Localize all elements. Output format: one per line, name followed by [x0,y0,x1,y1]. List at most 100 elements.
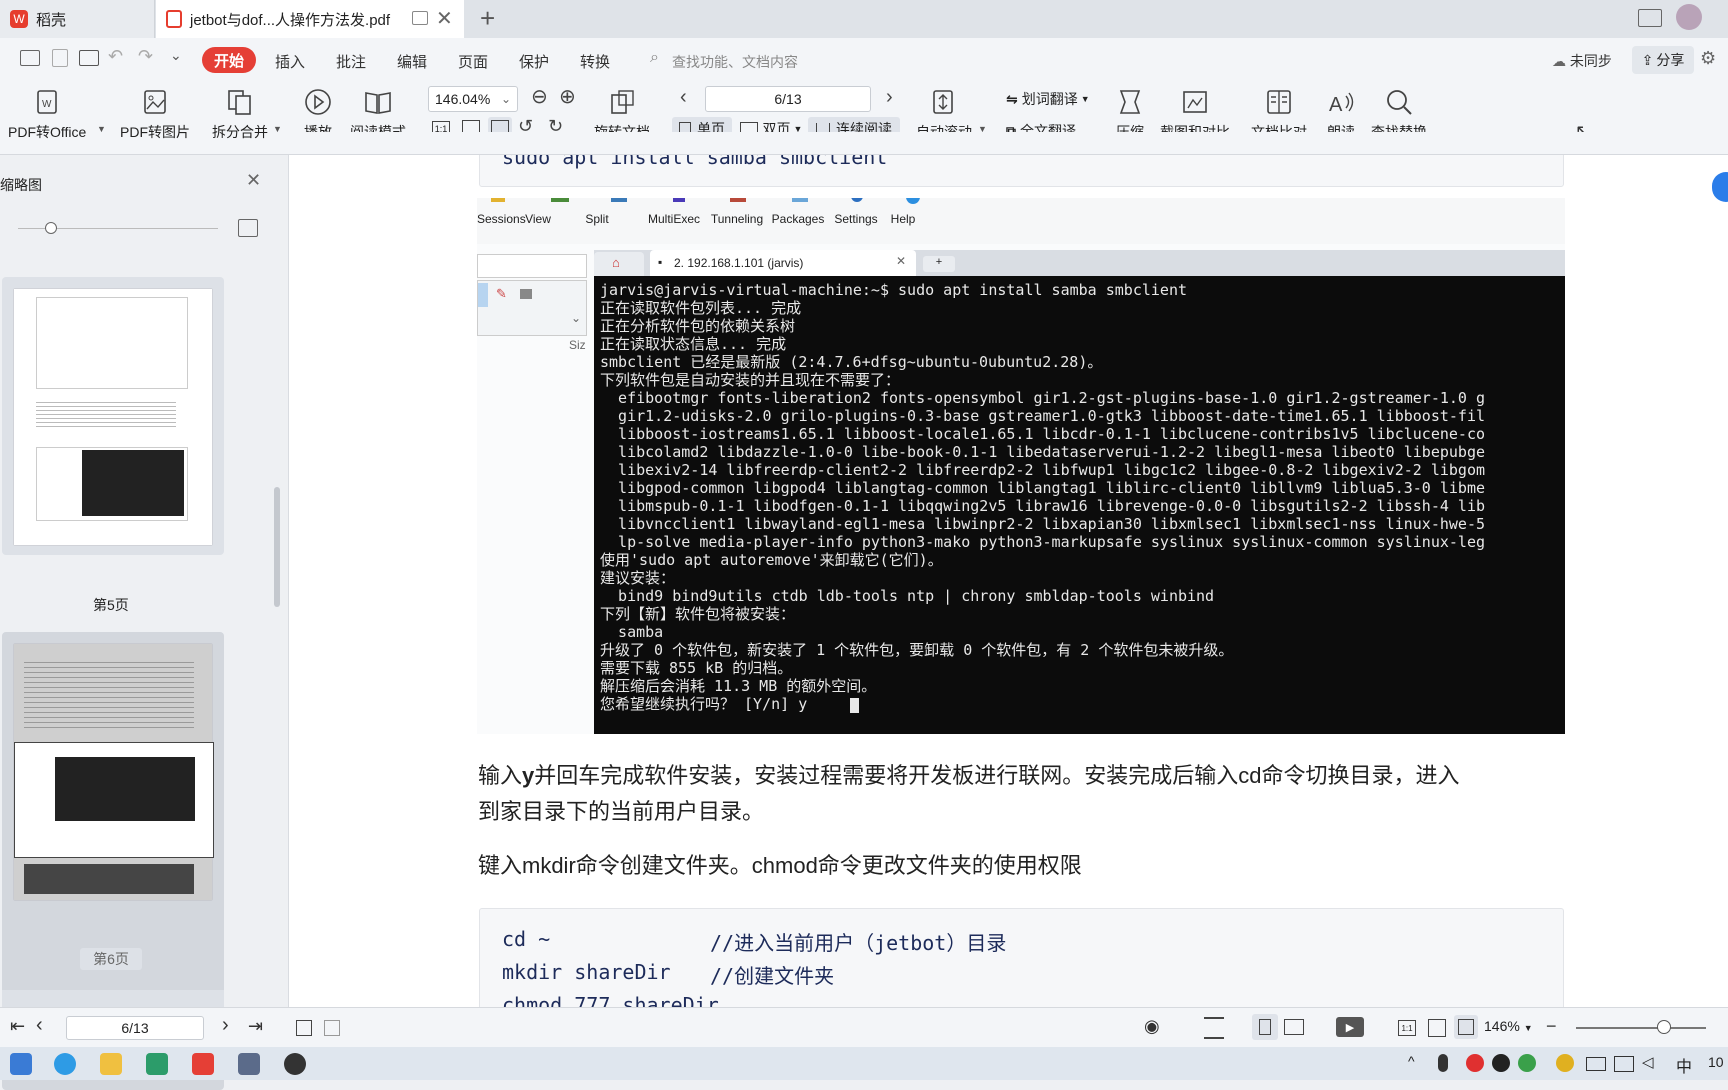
nav-forward-icon[interactable] [324,1020,340,1036]
volume-icon[interactable]: ◁ [1642,1053,1654,1071]
battery-icon[interactable] [1586,1057,1606,1071]
app-tray-icon[interactable] [1556,1054,1574,1072]
menu-protect[interactable]: 保护 [519,51,549,72]
save-icon[interactable] [52,49,68,67]
menu-edit[interactable]: 编辑 [397,51,427,72]
status-page-input[interactable]: 6/13 [66,1016,204,1040]
print-icon[interactable] [79,50,99,66]
next-page-icon[interactable]: › [222,1014,229,1037]
app-icon[interactable] [146,1053,168,1075]
menu-annotate[interactable]: 批注 [336,51,366,72]
menu-convert[interactable]: 转换 [580,51,610,72]
menu-page[interactable]: 页面 [458,51,488,72]
fit-width-status-button[interactable] [1454,1015,1478,1039]
search-input[interactable]: 查找功能、文档内容 [672,52,798,72]
status-zoom-select[interactable]: 146% ▼ [1484,1018,1533,1034]
previous-page-icon[interactable]: ‹ [680,86,687,109]
qq-icon[interactable] [1492,1054,1510,1072]
slider-handle[interactable] [45,222,57,234]
fit-page-icon[interactable] [1428,1019,1446,1037]
double-page-icon[interactable] [1284,1019,1304,1035]
redo-icon[interactable]: ↷ [138,46,153,67]
last-page-icon[interactable]: ⇥ [248,1016,263,1037]
pdf-to-office-button[interactable]: W PDF转Office [8,88,86,142]
sidebar-scrollbar[interactable] [274,487,280,607]
terminal-line: libvncclient1 libwayland-egl1-mesa libwi… [600,515,1486,533]
quick-connect-input [477,254,587,278]
quick-access-dropdown-icon[interactable]: ⌄ [170,47,182,64]
window-layout-icon[interactable] [1638,9,1662,27]
clock[interactable]: 10 [1708,1054,1724,1070]
pdf-to-image-button[interactable]: PDF转图片 [120,88,190,142]
tab-pdf-document[interactable]: jetbot与dof...人操作方法发.pdf ✕ [156,0,464,38]
previous-page-icon[interactable]: ‹ [36,1014,43,1037]
zoom-out-icon[interactable]: − [1546,1016,1557,1037]
network-icon[interactable] [1614,1056,1634,1072]
eye-protection-icon[interactable]: ◉ [1144,1016,1160,1037]
settings-gear-icon[interactable]: ⚙ [1700,48,1716,69]
translate-icon: ⇋ [1006,90,1018,107]
close-sidebar-icon[interactable]: ✕ [246,170,261,191]
terminal-line: libgpod-common libgpod4 liblangtag-commo… [600,479,1486,497]
split-merge-button[interactable]: 拆分合并 [212,88,268,142]
play-slideshow-icon[interactable]: ▶ [1336,1017,1364,1037]
share-icon: ⇪ [1641,51,1654,68]
fit-width-icon[interactable] [1204,1017,1224,1039]
first-page-icon[interactable]: ⇤ [10,1016,25,1037]
wps-office-icon[interactable] [192,1053,214,1075]
zoom-slider[interactable] [1576,1027,1706,1029]
actual-size-icon[interactable]: 1:1 [1398,1020,1416,1036]
app-icon[interactable] [238,1053,260,1075]
status-zoom-value: 146% [1484,1018,1520,1034]
microphone-icon[interactable] [1438,1054,1448,1072]
single-page-status-button[interactable] [1252,1014,1278,1040]
zoom-in-icon[interactable]: ⊕ [559,84,576,109]
page-6-label: 第6页 [80,948,142,970]
tunneling-icon [730,198,746,202]
terminal-line: lp-solve media-player-info python3-mako … [600,533,1486,551]
menu-start[interactable]: 开始 [202,47,256,73]
pdf-to-office-dropdown-icon[interactable]: ▼ [97,124,106,134]
open-folder-icon[interactable] [20,50,40,66]
fit-width-status-icon [1458,1019,1474,1035]
word-translate-button[interactable]: ⇋ 划词翻译 ▼ [1006,89,1090,109]
thumbnail-page-5[interactable] [2,277,224,555]
page-5-label: 第5页 [93,597,129,613]
image-view-icon[interactable] [238,219,258,237]
svg-text:W: W [42,99,52,110]
ime-indicator[interactable]: 中 [1676,1053,1692,1077]
zoom-slider-handle[interactable] [1657,1020,1671,1034]
sync-status[interactable]: ☁ 未同步 [1552,51,1612,71]
paragraph-mkdir: 键入mkdir命令创建文件夹。chmod命令更改文件夹的使用权限 [478,853,1082,878]
start-menu-icon[interactable] [10,1053,32,1075]
undo-icon[interactable]: ↶ [108,46,123,67]
thumbnail-image [14,289,212,545]
share-button[interactable]: ⇪ 分享 [1632,46,1694,74]
tray-overflow-icon[interactable]: ^ [1408,1053,1415,1069]
file-explorer-icon[interactable] [100,1053,122,1075]
rotate-document-icon [611,90,634,114]
nav-back-icon[interactable] [296,1020,312,1036]
tab-docer-home[interactable]: W 稻壳 [0,0,155,38]
close-tab-icon[interactable]: ✕ [436,6,453,31]
wechat-icon[interactable] [1518,1054,1536,1072]
book-icon [365,92,391,114]
obs-icon[interactable] [284,1053,306,1075]
mobaxterm-tool: Tunneling [710,212,764,226]
toolbar-bottom-edge [289,132,1728,155]
next-page-icon[interactable]: › [886,86,893,109]
page-number-input[interactable]: 6/13 [705,86,871,112]
recording-icon[interactable] [1466,1054,1484,1072]
split-merge-dropdown-icon[interactable]: ▼ [273,124,282,134]
terminal-line: smbclient 已经是最新版 (2:4.7.6+dfsg~ubuntu-0u… [600,353,1103,371]
zoom-select[interactable]: 146.04% ⌄ [428,86,518,112]
edge-browser-icon[interactable] [54,1053,76,1075]
monitor-icon[interactable] [412,11,428,25]
terminal-line: 使用'sudo apt autoremove'来卸载它(它们)。 [600,551,943,569]
code-command: mkdir shareDir [502,960,671,984]
new-tab-icon[interactable]: + [480,3,495,34]
user-avatar[interactable] [1676,4,1702,30]
menu-insert[interactable]: 插入 [275,51,305,72]
zoom-out-icon[interactable]: ⊖ [531,84,548,109]
multiexec-icon [673,198,685,202]
